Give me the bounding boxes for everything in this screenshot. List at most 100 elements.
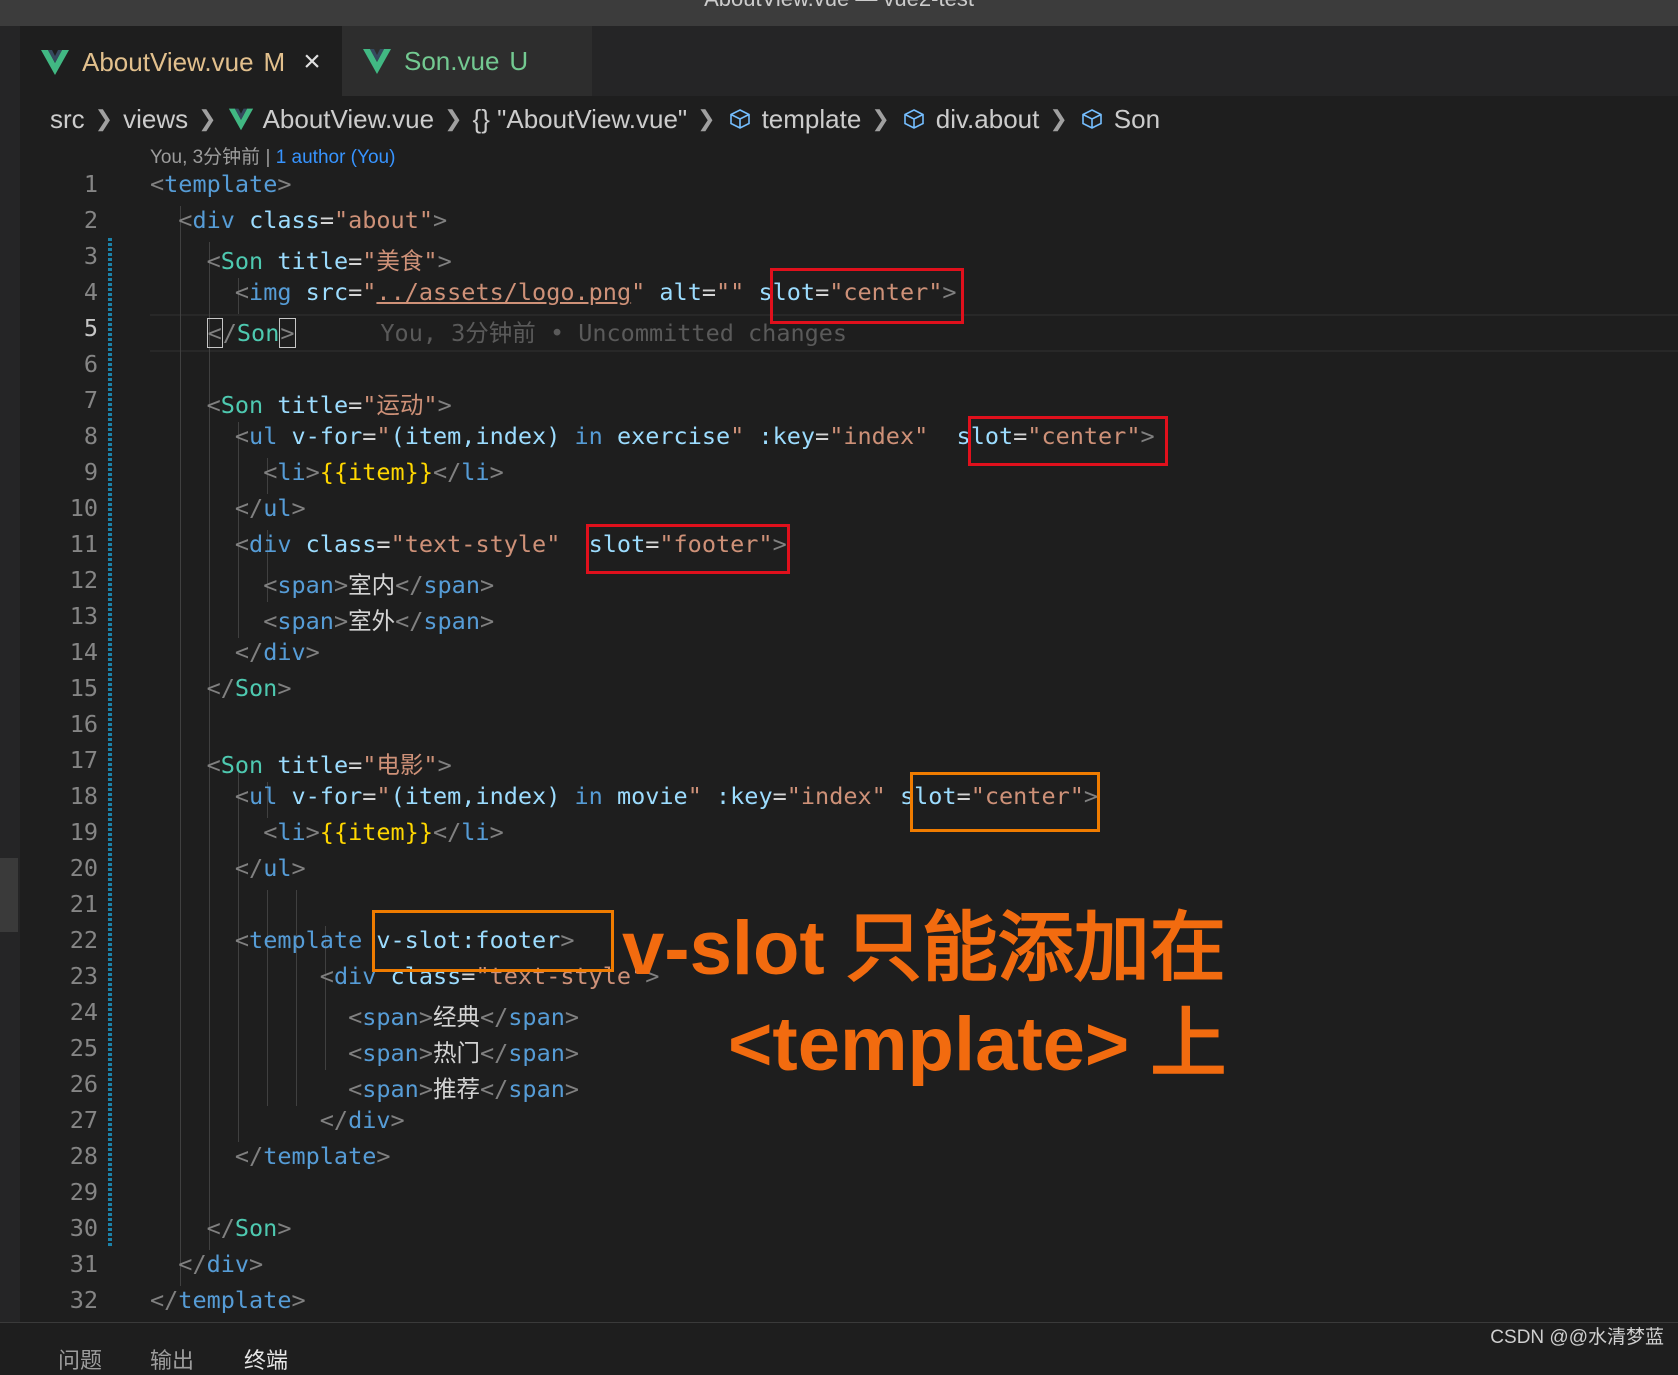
line-number: 11	[69, 530, 98, 558]
line-number: 25	[69, 1034, 98, 1062]
line-number: 23	[69, 962, 98, 990]
highlight-box-orange	[372, 910, 614, 972]
chevron-right-icon: ❯	[697, 106, 716, 131]
breadcrumb-template[interactable]: template	[762, 104, 862, 135]
line-number: 1	[83, 170, 98, 198]
breadcrumb-src[interactable]: src	[50, 104, 85, 135]
highlight-box-red	[968, 416, 1168, 466]
window-title: AboutView.vue — vue2-test	[0, 0, 1678, 12]
code-line-1: <template>	[150, 170, 292, 198]
blame-author-link[interactable]: 1 author (You)	[276, 147, 396, 168]
code-line-5: </Son> You, 3分钟前 • Uncommitted changes	[206, 318, 848, 348]
line-number: 21	[69, 890, 98, 918]
chevron-right-icon: ❯	[871, 106, 890, 131]
tab-aboutview-label: AboutView.vue	[82, 46, 254, 77]
annotation-line-1: v-slot 只能添加在	[622, 906, 1226, 991]
code-line-3: <Son title="美食">	[206, 247, 452, 275]
cube-icon	[729, 109, 750, 129]
cube-icon	[1081, 109, 1102, 129]
bottom-panel: 问题 输出 终端	[0, 1322, 1678, 1373]
code-line-15: </Son>	[206, 674, 292, 702]
code-line-20: </ul>	[234, 854, 306, 882]
git-gutter-modified	[108, 238, 112, 1248]
code-line-10: </ul>	[234, 494, 306, 522]
code-line-19: <li>{{item}}</li>	[263, 818, 504, 846]
line-number: 8	[83, 422, 98, 450]
tab-output[interactable]: 输出	[150, 1343, 194, 1375]
code-line-26: <span>推荐</span>	[348, 1075, 580, 1103]
breadcrumb-div-about[interactable]: div.about	[936, 104, 1040, 135]
line-number: 32	[69, 1286, 98, 1314]
line-number: 15	[69, 674, 98, 702]
line-number: 14	[69, 638, 98, 666]
line-number: 30	[69, 1214, 98, 1242]
annotation-line-2: <template> 上	[728, 1002, 1227, 1087]
code-line-9: <li>{{item}}</li>	[263, 458, 504, 486]
chevron-right-icon: ❯	[198, 106, 217, 131]
cube-icon	[903, 109, 924, 129]
tab-terminal[interactable]: 终端	[244, 1343, 288, 1375]
line-number: 17	[69, 746, 98, 774]
tab-son-label: Son.vue	[404, 45, 500, 76]
line-number: 2	[83, 206, 98, 234]
line-number: 19	[69, 818, 98, 846]
code-line-13: <span>室外</span>	[263, 607, 495, 635]
code-line-2: <div class="about">	[178, 206, 448, 234]
untracked-badge: U	[509, 45, 529, 76]
highlight-box-red	[586, 524, 790, 574]
close-icon[interactable]: ×	[303, 45, 321, 79]
line-number: 27	[69, 1106, 98, 1134]
vue-icon	[228, 108, 253, 131]
line-number: 12	[69, 566, 98, 594]
code-line-30: </Son>	[206, 1214, 292, 1242]
code-line-27: </div>	[319, 1106, 405, 1134]
line-number: 28	[69, 1142, 98, 1170]
line-number: 26	[69, 1070, 98, 1098]
code-line-32: </template>	[150, 1286, 306, 1314]
breadcrumb-object[interactable]: {} "AboutView.vue"	[473, 104, 688, 135]
line-number: 24	[69, 998, 98, 1026]
code-line-24: <span>经典</span>	[348, 1003, 580, 1031]
codelens-blame: You, 3分钟前 | 1 author (You)	[150, 142, 395, 169]
line-number: 3	[83, 242, 98, 270]
modified-badge: M	[263, 46, 286, 77]
blame-author-time: You, 3分钟前 |	[150, 147, 276, 168]
highlight-box-red	[770, 268, 964, 324]
code-line-7: <Son title="运动">	[206, 391, 452, 419]
tab-aboutview[interactable]: AboutView.vue M ×	[20, 26, 342, 97]
line-number: 29	[69, 1178, 98, 1206]
tab-son[interactable]: Son.vue U	[342, 26, 592, 96]
line-number: 10	[69, 494, 98, 522]
line-number: 16	[69, 710, 98, 738]
code-line-17: <Son title="电影">	[206, 751, 452, 779]
line-number: 4	[83, 278, 98, 306]
line-number: 13	[69, 602, 98, 630]
code-line-25: <span>热门</span>	[348, 1039, 580, 1067]
highlight-box-orange	[910, 772, 1100, 832]
code-editor[interactable]: 1 2 3 4 5 6 7 8 9 10 11 12 13 14 15 16 17 18 19 20 21 22 23 24 2…	[0, 170, 1678, 1322]
line-number: 6	[83, 350, 98, 378]
code-line-31: </div>	[178, 1250, 264, 1278]
line-number: 7	[83, 386, 98, 414]
breadcrumb: src ❯ views ❯ AboutView.vue ❯ {} "AboutV…	[50, 100, 1160, 138]
line-number: 22	[69, 926, 98, 954]
tab-problems[interactable]: 问题	[58, 1343, 102, 1375]
line-number: 5	[83, 314, 98, 342]
line-number: 18	[69, 782, 98, 810]
watermark: CSDN @@水清梦蓝	[1490, 1327, 1664, 1348]
breadcrumb-file[interactable]: AboutView.vue	[263, 104, 435, 135]
line-number: 9	[83, 458, 98, 486]
chevron-right-icon: ❯	[94, 106, 114, 131]
code-line-28: </template>	[234, 1142, 391, 1170]
code-line-14: </div>	[234, 638, 320, 666]
vue-icon	[41, 50, 69, 75]
chevron-right-icon: ❯	[444, 106, 463, 131]
code-line-12: <span>室内</span>	[263, 571, 495, 599]
chevron-right-icon: ❯	[1049, 106, 1068, 131]
line-number: 31	[69, 1250, 98, 1278]
line-number: 20	[69, 854, 98, 882]
breadcrumb-views[interactable]: views	[123, 104, 188, 135]
window-titlebar: AboutView.vue — vue2-test	[0, 0, 1678, 26]
vue-icon	[363, 49, 391, 74]
breadcrumb-son[interactable]: Son	[1114, 104, 1160, 135]
